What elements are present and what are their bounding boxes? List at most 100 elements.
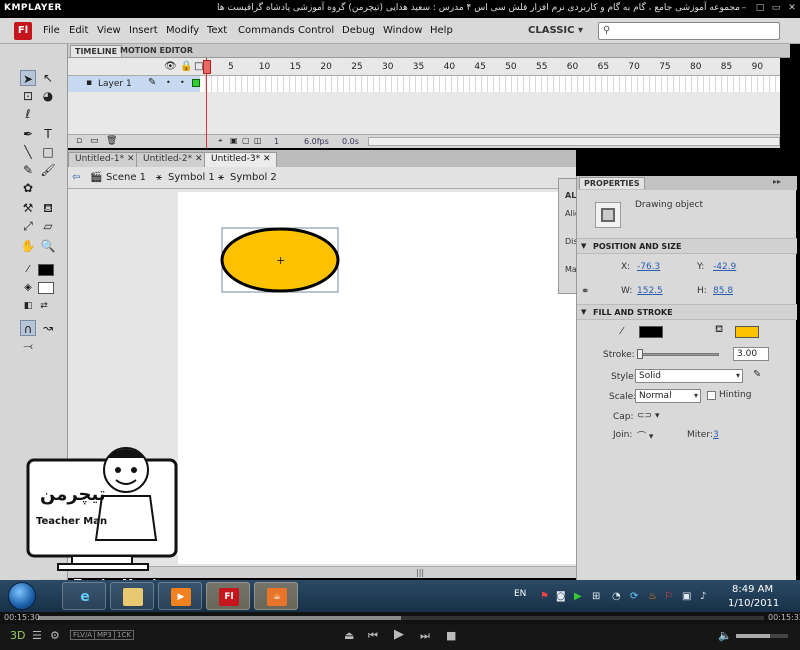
tray-play-icon[interactable]: ▶	[574, 591, 582, 602]
delete-layer-icon[interactable]: 🗑	[106, 136, 117, 146]
align-panel-collapsed[interactable]: AL Alig Dist Ma	[558, 178, 578, 294]
fill-color-button[interactable]	[735, 326, 759, 338]
taskbar-flash[interactable]: Fl	[206, 582, 250, 610]
black-white-icon[interactable]: ◧	[20, 298, 36, 314]
previous-icon[interactable]: ⏮	[368, 629, 378, 643]
play-icon[interactable]: ▶	[394, 627, 404, 642]
fill-color-swatch[interactable]	[38, 282, 54, 294]
onion-outline-icon[interactable]: ▢	[242, 136, 250, 145]
edit-multiple-icon[interactable]: ◫	[254, 136, 262, 145]
eject-icon[interactable]: ⏏	[344, 629, 354, 642]
eyedropper-icon[interactable]: ⤢	[20, 218, 36, 234]
x-value[interactable]: -76.3	[637, 262, 660, 272]
scale-select[interactable]: Normal ▾	[635, 389, 701, 403]
straighten-icon[interactable]: ⤙	[20, 338, 36, 354]
3d-mode-icon[interactable]: 3D	[10, 629, 25, 642]
taskbar-media-player[interactable]: ▶	[158, 582, 202, 610]
stroke-color-swatch[interactable]	[38, 264, 54, 276]
menu-modify[interactable]: Modify	[166, 25, 199, 36]
minimize-icon[interactable]: –	[738, 2, 750, 14]
menu-commands[interactable]: Commands	[238, 25, 295, 36]
menu-insert[interactable]: Insert	[129, 25, 158, 36]
volume-icon[interactable]: 🔈	[718, 629, 732, 642]
center-frame-icon[interactable]: ⌖	[218, 136, 223, 146]
doc-tab-untitled-2[interactable]: Untitled-2* ✕	[136, 152, 210, 167]
restore-icon[interactable]: ▭	[770, 2, 782, 14]
menu-file[interactable]: File	[43, 25, 60, 36]
tab-timeline[interactable]: TIMELINE	[70, 45, 123, 57]
close-icon[interactable]: ✕	[786, 2, 798, 14]
taskbar-ie[interactable]: e	[62, 582, 106, 610]
3d-rotation-icon[interactable]: ◕	[40, 88, 56, 104]
style-select[interactable]: Solid ▾	[635, 369, 743, 383]
paint-bucket-icon[interactable]: ⛾	[40, 200, 56, 216]
edit-stroke-style-icon[interactable]: ✎	[753, 369, 761, 380]
stroke-color-button[interactable]	[639, 326, 663, 338]
onion-skin-icon[interactable]: ▣	[230, 136, 238, 145]
timeline-hscroll[interactable]	[368, 137, 780, 146]
menu-window[interactable]: Window	[383, 25, 422, 36]
hand-tool-icon[interactable]: ✋	[20, 238, 36, 254]
visible-dot-icon[interactable]: •	[166, 78, 171, 87]
tray-update-icon[interactable]: ⟳	[630, 591, 638, 602]
tray-alert-icon[interactable]: ⚐	[664, 591, 673, 602]
selection-tool-icon[interactable]: ➤	[20, 70, 36, 86]
breadcrumb-scene-1[interactable]: Scene 1	[106, 172, 146, 183]
playlist-icon[interactable]: ☰	[32, 629, 42, 642]
breadcrumb-symbol-2[interactable]: Symbol 2	[230, 172, 277, 183]
pen-tool-icon[interactable]: ✒	[20, 126, 36, 142]
section-fill-stroke[interactable]: FILL AND STROKE	[577, 304, 797, 320]
frame-rate[interactable]: 6.0fps	[304, 137, 329, 146]
join-style-icon[interactable]: ⌒ ▾	[637, 429, 653, 442]
w-value[interactable]: 152.5	[637, 286, 663, 296]
tray-clock-icon[interactable]: ◔	[612, 591, 621, 602]
tab-properties[interactable]: PROPERTIES	[579, 177, 645, 189]
maximize-icon[interactable]: □	[754, 2, 766, 14]
settings-gear-icon[interactable]: ⚙	[50, 629, 60, 642]
tab-motion-editor[interactable]: MOTION EDITOR	[116, 45, 197, 56]
tray-network-icon[interactable]: ⊞	[592, 591, 600, 602]
menu-view[interactable]: View	[97, 25, 121, 36]
back-arrow-icon[interactable]: ⇦	[72, 172, 80, 183]
taskbar-explorer[interactable]	[110, 582, 154, 610]
miter-value[interactable]: 3	[713, 430, 719, 440]
breadcrumb-symbol-1[interactable]: Symbol 1	[168, 172, 215, 183]
tray-app-icon[interactable]: ◙	[556, 591, 566, 602]
menu-control[interactable]: Control	[298, 25, 334, 36]
panel-collapse-icon[interactable]: ▸▸	[773, 177, 781, 186]
stop-icon[interactable]: ■	[446, 629, 456, 642]
doc-tab-untitled-3[interactable]: Untitled-3* ✕	[204, 152, 278, 167]
subselection-tool-icon[interactable]: ↖	[40, 70, 56, 86]
menu-text[interactable]: Text	[207, 25, 227, 36]
pencil-tool-icon[interactable]: ✎	[20, 162, 36, 178]
free-transform-icon[interactable]: ⊡	[20, 88, 36, 104]
section-position-size[interactable]: POSITION AND SIZE	[577, 238, 797, 254]
tray-flag-icon[interactable]: ⚑	[540, 591, 549, 602]
new-layer-icon[interactable]: ▫	[76, 136, 82, 146]
lasso-icon[interactable]: ℓ	[20, 106, 36, 122]
brush-tool-icon[interactable]: 🖌	[40, 162, 56, 178]
new-folder-icon[interactable]: ▭	[90, 136, 99, 146]
eye-icon[interactable]: 👁	[164, 61, 177, 72]
start-button[interactable]	[8, 582, 36, 610]
zoom-tool-icon[interactable]: 🔍	[40, 238, 56, 254]
stroke-slider-thumb[interactable]	[637, 349, 643, 359]
stroke-width-input[interactable]: 3.00	[733, 347, 769, 361]
swap-colors-icon[interactable]: ⇄	[36, 298, 52, 314]
menu-edit[interactable]: Edit	[69, 25, 88, 36]
taskbar-java[interactable]: ☕	[254, 582, 298, 610]
rectangle-tool-icon[interactable]: □	[40, 144, 56, 160]
snap-to-objects-icon[interactable]: ∩	[20, 320, 36, 336]
help-search-input[interactable]: ⚲	[598, 22, 780, 40]
tray-flame-icon[interactable]: ♨	[648, 591, 657, 602]
playhead-handle[interactable]	[203, 60, 211, 74]
text-tool-icon[interactable]: T	[40, 126, 56, 142]
language-indicator[interactable]: EN	[514, 589, 526, 599]
menu-help[interactable]: Help	[430, 25, 453, 36]
lock-icon[interactable]: 🔒	[180, 61, 192, 72]
next-icon[interactable]: ⏭	[420, 629, 430, 643]
cap-style-icon[interactable]: ⊂⊃ ▾	[637, 411, 659, 421]
doc-tab-untitled-1[interactable]: Untitled-1* ✕	[68, 152, 142, 167]
lock-dot-icon[interactable]: •	[180, 78, 185, 87]
clock-date[interactable]: 1/10/2011	[728, 598, 779, 609]
